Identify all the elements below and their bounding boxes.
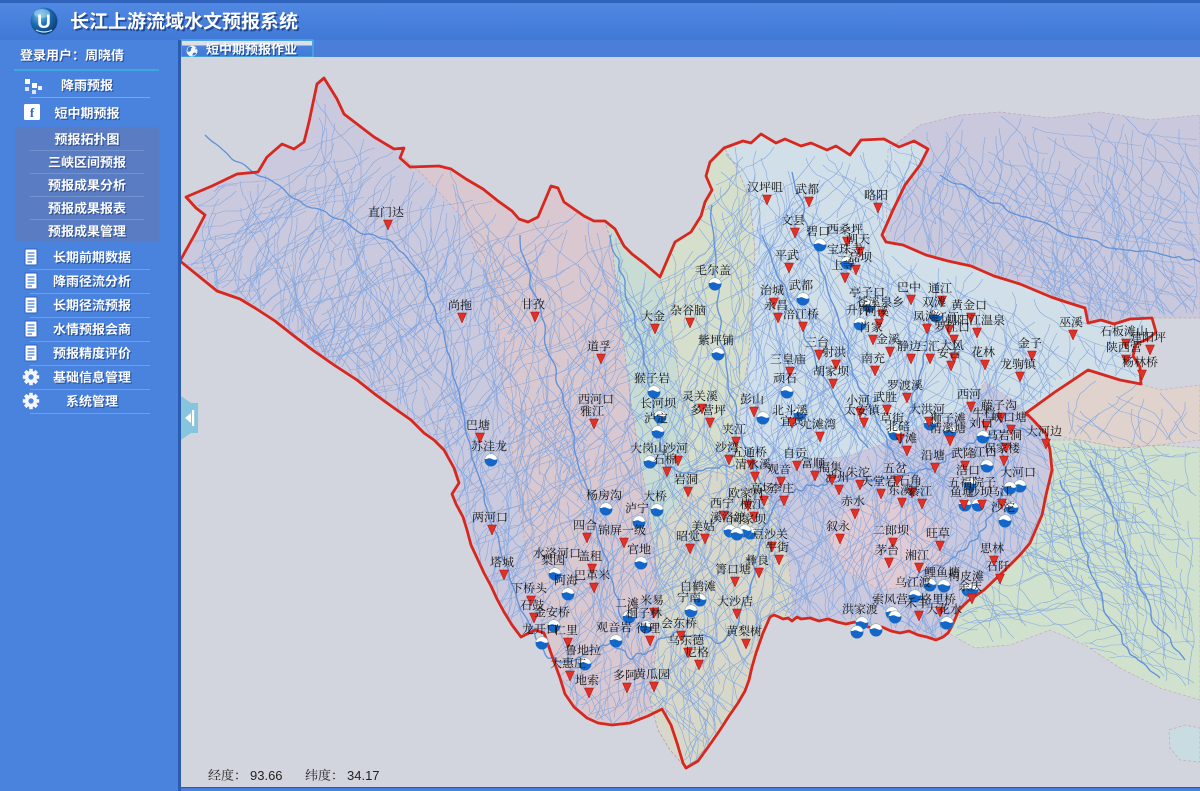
- svg-text:93.66: 93.66: [250, 768, 283, 783]
- svg-text:34.17: 34.17: [347, 768, 380, 783]
- svg-text:f: f: [30, 105, 35, 120]
- svg-text:U: U: [37, 12, 51, 33]
